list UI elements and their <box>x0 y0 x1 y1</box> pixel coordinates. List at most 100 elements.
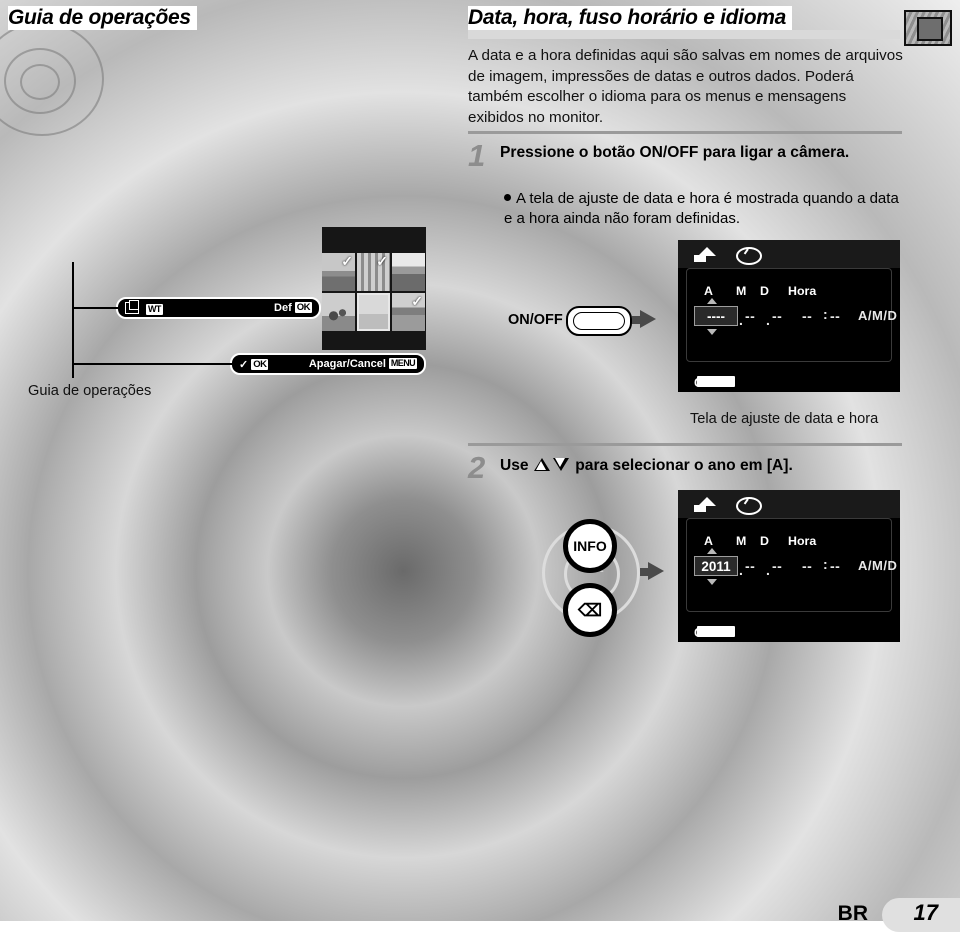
trash-button[interactable]: ⌫ <box>563 583 617 637</box>
date-screen-bottombar: CancelMENU <box>678 618 900 642</box>
delete-cancel-label: Apagar/Cancel <box>308 358 386 370</box>
clock-icon <box>736 497 762 515</box>
home-icon-base <box>694 505 706 512</box>
date-fields-row: 2011 . -- . -- -- : -- A/M/D <box>678 548 900 586</box>
thumbnail-item[interactable]: ✓ <box>357 253 390 291</box>
right-intro-paragraph: A data e a hora definidas aqui são salva… <box>468 47 903 126</box>
minute-field[interactable]: -- <box>830 558 840 574</box>
date-format-field[interactable]: A/M/D <box>858 308 897 323</box>
wt-key-badge: WT <box>146 304 163 315</box>
up-arrow-icon[interactable] <box>707 298 717 304</box>
region-code: BR <box>837 902 868 925</box>
time-separator: : <box>823 306 829 322</box>
step-2-text-suffix: para selecionar o ano em [A]. <box>570 457 793 474</box>
right-section-heading: Data, hora, fuso horário e idioma <box>468 6 908 40</box>
check-icon: ✓ <box>239 359 249 371</box>
home-icon-base <box>694 255 706 262</box>
date-setting-screen-year: A M D Hora 2011 . -- . -- -- : -- A/M/D … <box>678 490 900 642</box>
day-field[interactable]: -- <box>772 558 782 574</box>
control-pad: OK INFO ⌫ <box>542 519 640 637</box>
hour-field[interactable]: -- <box>802 308 812 324</box>
callout-vertical-line <box>72 262 74 378</box>
month-field[interactable]: -- <box>745 308 755 324</box>
step-2-text-prefix: Use <box>500 457 533 474</box>
thumbnail-item-selected[interactable] <box>357 293 390 331</box>
wt-guide-left: WT <box>125 300 163 316</box>
step-divider-2 <box>468 443 902 446</box>
step-1-text: Pressione o botão ON/OFF para ligar a câ… <box>500 144 850 161</box>
guide-caption: Guia de operações <box>28 383 152 399</box>
check-icon: ✓ <box>341 253 353 269</box>
bullet-dot <box>504 194 511 201</box>
arrow-right-shaft <box>640 568 650 576</box>
date-screen-bottombar: CancelMENU <box>678 368 900 392</box>
hour-field[interactable]: -- <box>802 558 812 574</box>
delete-operation-guide-bar: ✓ OK Apagar/Cancel MENU <box>230 353 426 375</box>
step-divider-1 <box>468 131 902 134</box>
date-separator-2: . <box>766 312 771 328</box>
minute-field[interactable]: -- <box>830 308 840 324</box>
date-screen-caption: Tela de ajuste de data e hora <box>690 411 879 427</box>
thumbnail-item[interactable] <box>322 293 355 331</box>
up-triangle-icon <box>533 458 552 472</box>
down-triangle-icon <box>552 458 571 472</box>
step-1-bullet-text: A tela de ajuste de data e hora é mostra… <box>504 190 899 227</box>
thumbnail-grid: ✓ ✓ ✓ <box>322 249 426 331</box>
heading-underline-bar <box>468 30 900 39</box>
column-header-D: D <box>760 284 769 298</box>
date-setting-screen-initial: A M D Hora ---- . -- . -- -- : -- A/M/D … <box>678 240 900 392</box>
section-title: Data, hora, fuso horário e idioma <box>468 6 792 30</box>
thumbnail-item[interactable]: ✓ <box>392 293 425 331</box>
year-field[interactable]: 2011 <box>694 556 738 576</box>
column-header-A: A <box>704 534 713 548</box>
delete-guide-left: ✓ OK <box>239 358 269 371</box>
column-header-D: D <box>760 534 769 548</box>
check-icon: ✓ <box>376 253 388 269</box>
day-field[interactable]: -- <box>772 308 782 324</box>
onoff-label: ON/OFF <box>508 312 563 328</box>
trash-icon: ⌫ <box>577 601 603 620</box>
column-header-M: M <box>736 534 747 548</box>
ok-key-badge: OK <box>251 359 269 370</box>
column-header-Hora: Hora <box>788 284 817 298</box>
crop-frame-inner <box>917 17 943 41</box>
zoom-operation-guide-bar: WT Def OK <box>116 297 321 319</box>
page-number: 17 <box>913 900 938 925</box>
month-field[interactable]: -- <box>745 558 755 574</box>
thumbnail-select-screen: ✓ ✓ ✓ <box>322 227 426 350</box>
year-field[interactable]: ---- <box>694 306 738 326</box>
date-fields-row: ---- . -- . -- -- : -- A/M/D <box>678 298 900 336</box>
date-screen-topbar <box>678 490 900 518</box>
column-header-A: A <box>704 284 713 298</box>
step-2-text: Use para selecionar o ano em [A]. <box>500 456 900 476</box>
date-separator-2: . <box>766 562 771 578</box>
date-separator-1: . <box>739 562 744 578</box>
step-1-bullet: A tela de ajuste de data e hora é mostra… <box>504 189 904 229</box>
callout-line-delete <box>72 363 232 365</box>
page-title: Guia de operações <box>8 6 197 30</box>
column-header-Hora: Hora <box>788 534 817 548</box>
menu-key-badge: MENU <box>697 624 736 638</box>
arrow-right-icon <box>648 562 664 580</box>
date-format-field[interactable]: A/M/D <box>858 558 897 573</box>
down-arrow-icon[interactable] <box>707 329 717 335</box>
arrow-right-shaft <box>632 316 642 324</box>
thumbnail-item[interactable] <box>392 253 425 291</box>
check-icon: ✓ <box>411 293 423 309</box>
time-separator: : <box>823 556 829 572</box>
onoff-button[interactable] <box>566 306 632 336</box>
callout-line-wt <box>72 307 118 309</box>
date-separator-1: . <box>739 312 744 328</box>
crop-frame-indicator <box>904 10 952 46</box>
delete-guide-right: Apagar/Cancel MENU <box>309 358 417 370</box>
column-header-M: M <box>736 284 747 298</box>
up-arrow-icon[interactable] <box>707 548 717 554</box>
clock-icon <box>736 247 762 265</box>
step-number-1: 1 <box>468 138 486 173</box>
down-arrow-icon[interactable] <box>707 579 717 585</box>
zoom-frame-icon <box>125 300 139 314</box>
info-button[interactable]: INFO <box>563 519 617 573</box>
ok-key-badge: OK <box>294 302 312 313</box>
date-screen-topbar <box>678 240 900 268</box>
thumbnail-item[interactable]: ✓ <box>322 253 355 291</box>
